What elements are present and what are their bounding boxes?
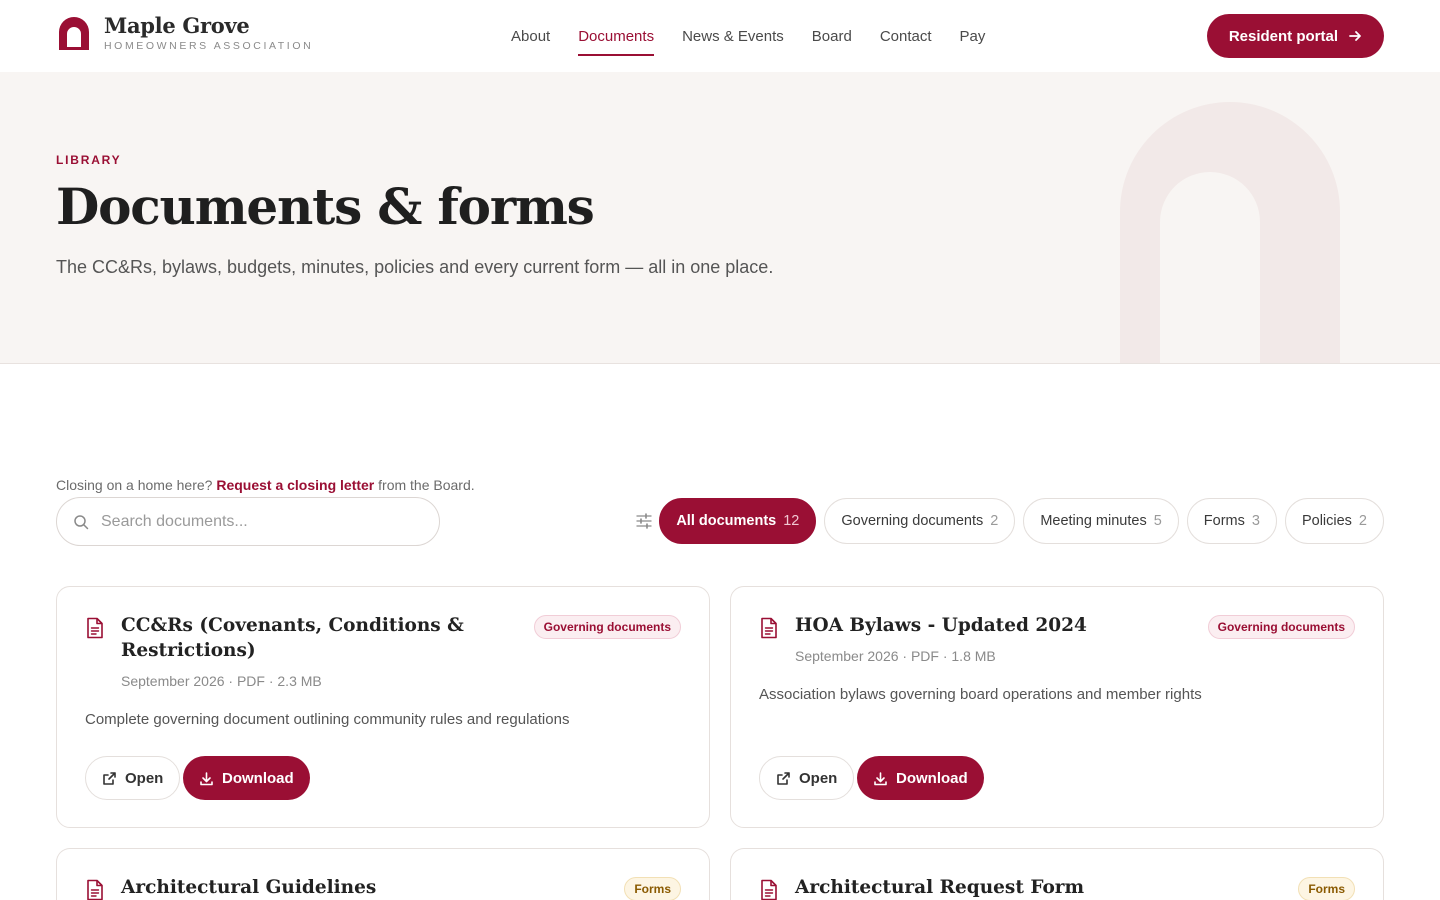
filter-count: 2	[990, 513, 999, 529]
filter-label: Forms	[1203, 513, 1245, 529]
document-icon	[761, 879, 777, 900]
site-header: Maple Grove HOMEOWNERS ASSOCIATION About…	[0, 0, 1440, 72]
filter-meeting-minutes[interactable]: Meeting minutes 5	[1023, 498, 1179, 544]
filter-label: All documents	[676, 513, 777, 529]
brand-subtitle: HOMEOWNERS ASSOCIATION	[104, 40, 314, 52]
download-label: Download	[896, 769, 968, 787]
category-badge: Governing documents	[533, 615, 681, 639]
nav-pay[interactable]: Pay	[960, 0, 986, 72]
decorative-arch-icon	[1120, 102, 1340, 363]
filter-label: Governing documents	[841, 513, 984, 529]
filter-label: Meeting minutes	[1040, 513, 1147, 529]
filter-label: Policies	[1301, 513, 1352, 529]
search-icon	[74, 514, 89, 529]
arch-logo-icon	[59, 16, 89, 50]
nav-contact[interactable]: Contact	[880, 0, 932, 72]
category-filters: All documents 12 Governing documents 2 M…	[651, 498, 1384, 544]
document-card: Architectural Guidelines Forms	[56, 848, 710, 900]
document-title[interactable]: CC&Rs (Covenants, Conditions & Restricti…	[121, 613, 511, 663]
download-icon	[200, 771, 213, 785]
category-badge: Forms	[624, 877, 681, 900]
search-box[interactable]	[56, 497, 440, 546]
nav-board[interactable]: Board	[812, 0, 852, 72]
document-card: CC&Rs (Covenants, Conditions & Restricti…	[56, 586, 710, 828]
category-badge: Forms	[1298, 877, 1355, 900]
page-title: Documents & forms	[56, 177, 595, 236]
filter-sliders-icon[interactable]	[635, 512, 653, 530]
brand[interactable]: Maple Grove HOMEOWNERS ASSOCIATION	[56, 14, 313, 53]
nav-documents[interactable]: Documents	[578, 0, 654, 72]
brand-name: Maple Grove	[104, 13, 250, 38]
resident-portal-label: Resident portal	[1228, 27, 1338, 45]
filter-all-documents[interactable]: All documents 12	[659, 498, 817, 544]
external-link-icon	[777, 771, 790, 785]
document-meta: September 2026 · PDF · 1.8 MB	[795, 648, 996, 664]
download-label: Download	[222, 769, 294, 787]
download-icon	[874, 771, 887, 785]
nav-news-events[interactable]: News & Events	[682, 0, 784, 72]
document-card: HOA Bylaws - Updated 2024 Governing docu…	[730, 586, 1384, 828]
document-title[interactable]: Architectural Request Form	[795, 875, 1185, 900]
closing-note: Closing on a home here? Request a closin…	[56, 477, 475, 493]
filter-count: 12	[783, 513, 800, 529]
document-card: Architectural Request Form Forms	[730, 848, 1384, 900]
open-label: Open	[125, 769, 164, 787]
search-input[interactable]	[101, 512, 421, 531]
document-title[interactable]: Architectural Guidelines	[121, 875, 511, 900]
document-icon	[87, 617, 103, 639]
open-button[interactable]: Open	[759, 756, 855, 800]
open-button[interactable]: Open	[85, 756, 181, 800]
resident-portal-button[interactable]: Resident portal	[1206, 14, 1384, 58]
nav-about[interactable]: About	[511, 0, 550, 72]
download-button[interactable]: Download	[857, 756, 984, 800]
filter-count: 2	[1358, 513, 1367, 529]
hero-eyebrow: LIBRARY	[56, 153, 122, 167]
document-icon	[87, 879, 103, 900]
closing-suffix: from the Board.	[378, 477, 475, 493]
hero: LIBRARY Documents & forms The CC&Rs, byl…	[0, 72, 1440, 364]
filter-count: 3	[1251, 513, 1260, 529]
document-icon	[761, 617, 777, 639]
external-link-icon	[103, 771, 116, 785]
open-label: Open	[799, 769, 838, 787]
closing-prefix: Closing on a home here?	[56, 477, 213, 493]
download-button[interactable]: Download	[183, 756, 310, 800]
hero-subtitle: The CC&Rs, bylaws, budgets, minutes, pol…	[56, 257, 774, 277]
document-title[interactable]: HOA Bylaws - Updated 2024	[795, 613, 1185, 638]
document-description: Association bylaws governing board opera…	[759, 686, 1202, 703]
document-description: Complete governing document outlining co…	[85, 711, 570, 728]
main-nav: About Documents News & Events Board Cont…	[497, 0, 999, 72]
filter-governing-documents[interactable]: Governing documents 2	[824, 498, 1016, 544]
document-meta: September 2026 · PDF · 2.3 MB	[121, 673, 322, 689]
arrow-right-icon	[1349, 31, 1361, 41]
closing-letter-link[interactable]: Request a closing letter	[216, 477, 374, 493]
filter-count: 5	[1153, 513, 1162, 529]
filter-forms[interactable]: Forms 3	[1186, 498, 1277, 544]
category-badge: Governing documents	[1207, 615, 1355, 639]
filter-policies[interactable]: Policies 2	[1284, 498, 1384, 544]
